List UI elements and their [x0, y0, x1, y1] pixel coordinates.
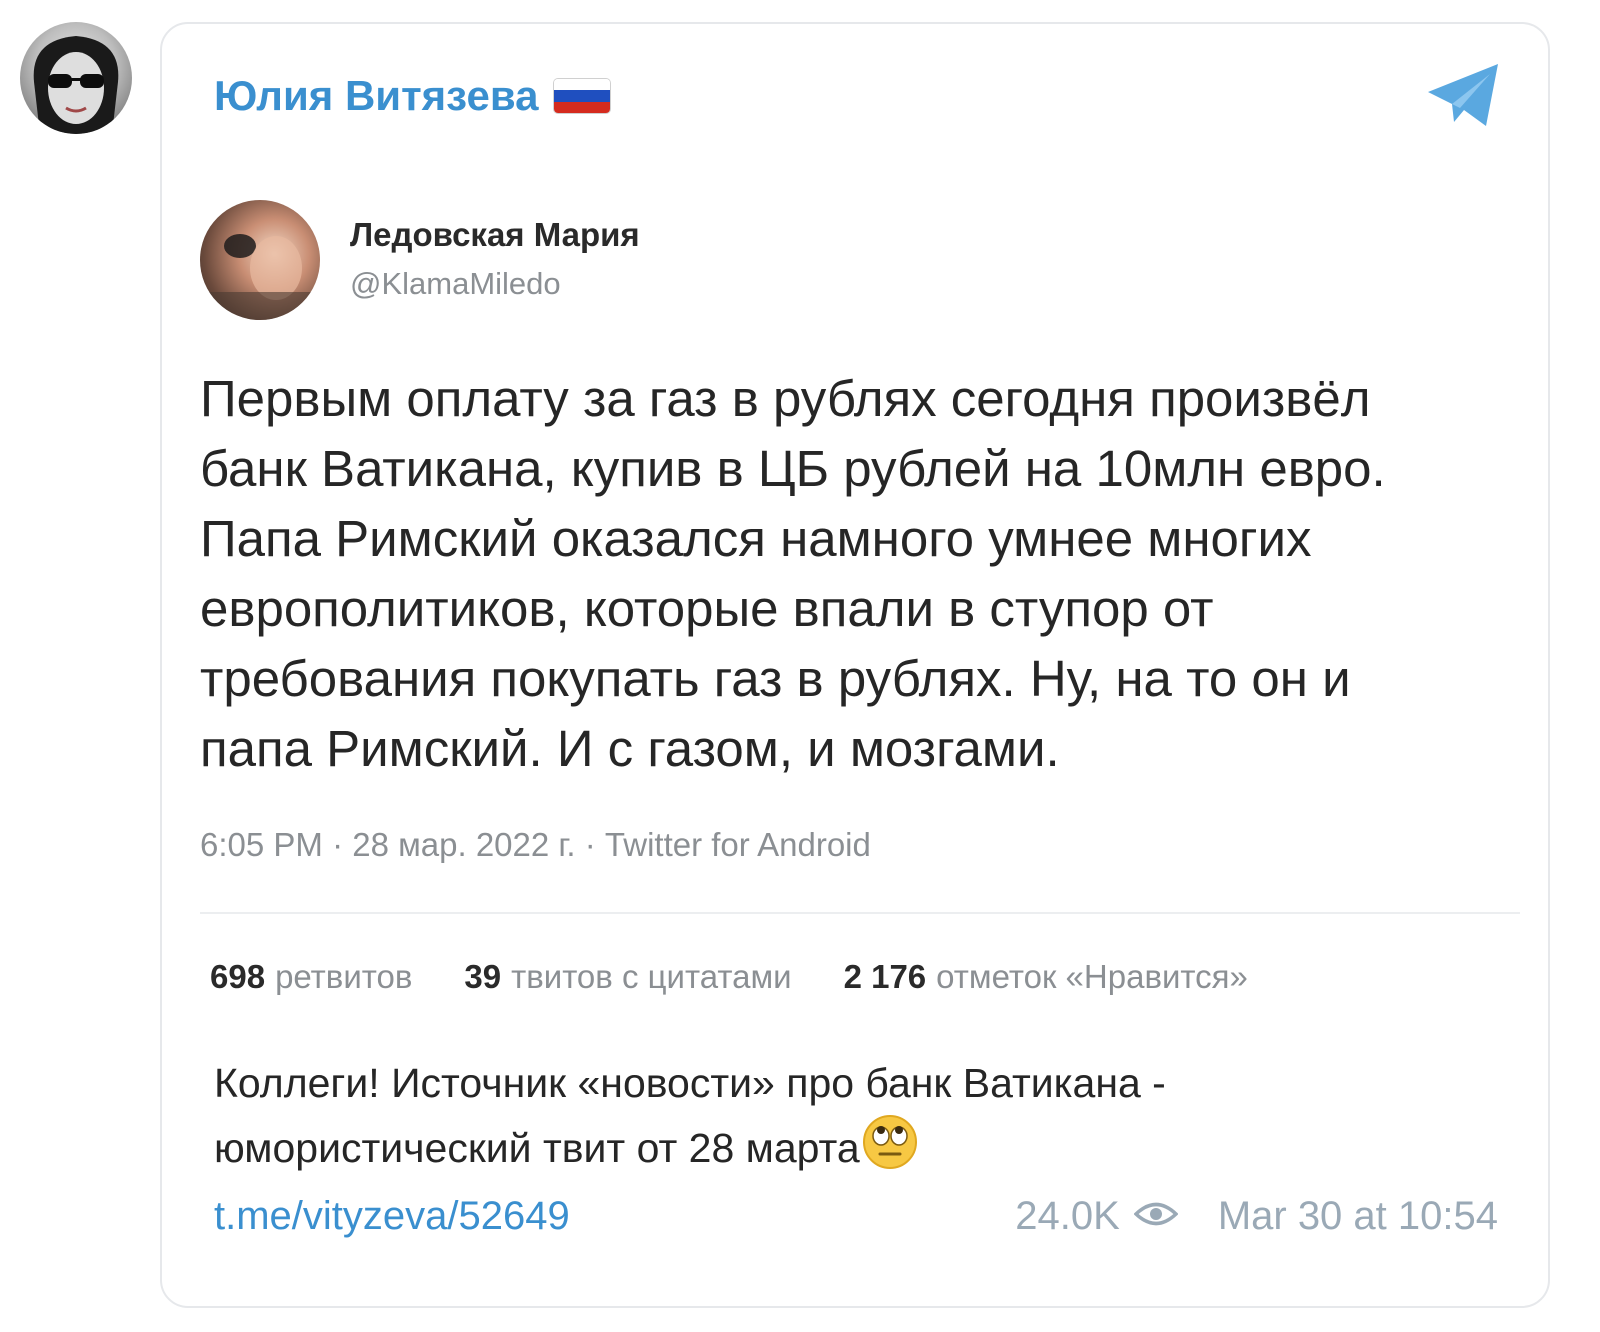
tweet-author-name[interactable]: Ледовская Мария [350, 216, 640, 254]
likes-label: отметок «Нравится» [936, 958, 1248, 995]
tweet-meta: 6:05 PM · 28 мар. 2022 г. · Twitter for … [200, 826, 871, 863]
tweet-author-handle[interactable]: @KlamaMiledo [350, 266, 561, 302]
channel-name[interactable]: Юлия Витязева [214, 72, 611, 120]
tweet-divider [200, 912, 1520, 914]
views-count: 24.0K [1015, 1194, 1120, 1238]
post-footer: 24.0K Mar 30 at 10:54 [1015, 1194, 1498, 1239]
post-text: Коллеги! Источник «новости» про банк Ват… [214, 1052, 1434, 1187]
message-bubble: Юлия Витязева Ледовская Мария @KlamaMile… [160, 22, 1550, 1308]
retweets-label: ретвитов [275, 958, 413, 995]
retweets-stat: 698 ретвитов [210, 958, 412, 996]
telegram-icon[interactable] [1424, 60, 1504, 135]
quotes-stat: 39 твитов с цитатами [464, 958, 791, 996]
post-text-body: Коллеги! Источник «новости» про банк Ват… [214, 1060, 1166, 1171]
tweet-text: Первым оплату за газ в рублях сегодня пр… [200, 370, 1386, 777]
quotes-count: 39 [464, 958, 502, 995]
channel-avatar[interactable] [20, 22, 132, 134]
channel-name-text: Юлия Витязева [214, 72, 539, 119]
face-with-rolling-eyes-icon [862, 1114, 918, 1187]
quotes-label: твитов с цитатами [511, 958, 792, 995]
tweet-stats: 698 ретвитов 39 твитов с цитатами 2 176 отм… [210, 958, 1248, 996]
russia-flag-icon [554, 79, 611, 113]
eye-icon [1133, 1194, 1179, 1239]
tweet-author-avatar[interactable] [200, 200, 320, 320]
retweets-count: 698 [210, 958, 266, 995]
likes-count: 2 176 [843, 958, 927, 995]
likes-stat: 2 176 отметок «Нравится» [844, 958, 1248, 996]
post-timestamp: Mar 30 at 10:54 [1217, 1194, 1498, 1238]
post-link[interactable]: t.me/vityzeva/52649 [214, 1194, 570, 1239]
